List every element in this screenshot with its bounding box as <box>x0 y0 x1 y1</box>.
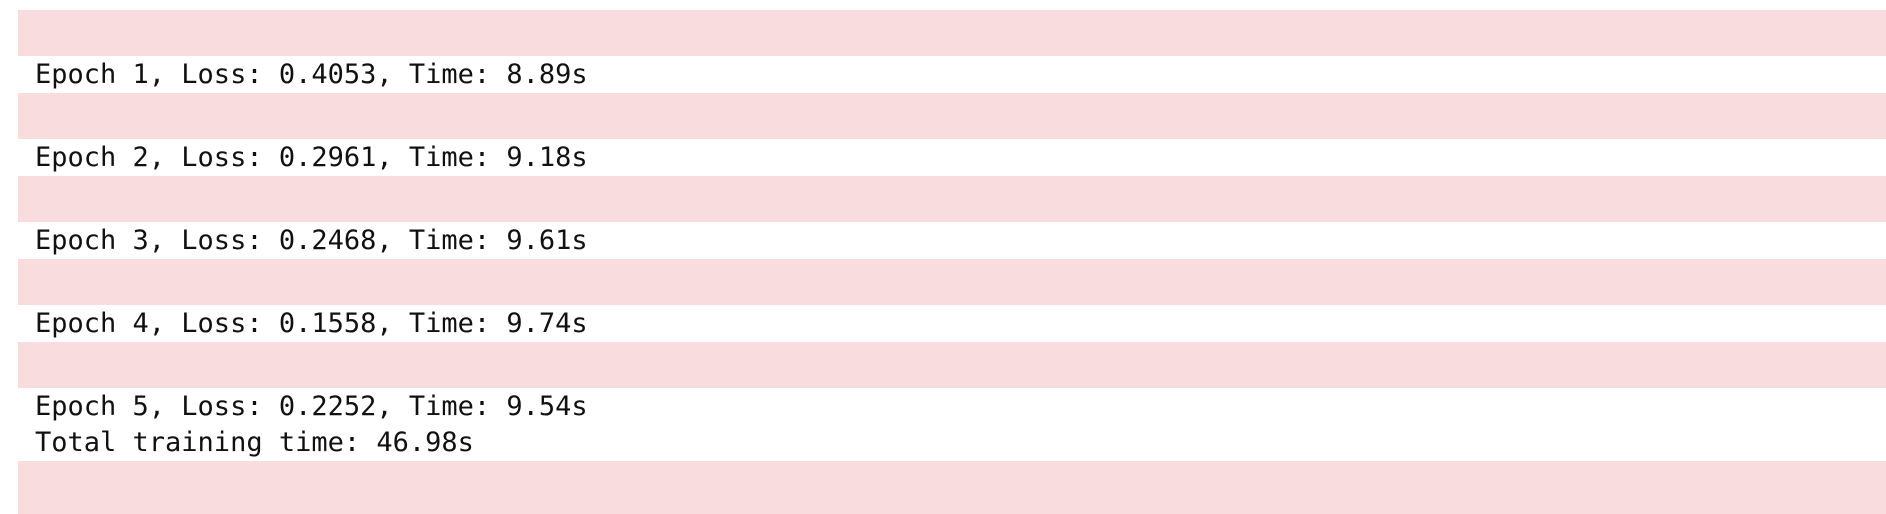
epoch-log-line: Epoch 5, Loss: 0.2252, Time: 9.54s <box>35 391 588 422</box>
epoch-log-line: Epoch 3, Loss: 0.2468, Time: 9.61s <box>35 225 588 256</box>
stderr-band <box>18 93 1886 139</box>
stderr-band <box>18 342 1886 388</box>
epoch-log-line: Epoch 4, Loss: 0.1558, Time: 9.74s <box>35 308 588 339</box>
total-time-line: Total training time: 46.98s <box>35 427 474 458</box>
stderr-band <box>18 461 1886 514</box>
stderr-band <box>18 176 1886 222</box>
stderr-band <box>18 259 1886 305</box>
stderr-band <box>18 10 1886 56</box>
epoch-log-line: Epoch 2, Loss: 0.2961, Time: 9.18s <box>35 142 588 173</box>
epoch-log-line: Epoch 1, Loss: 0.4053, Time: 8.89s <box>35 59 588 90</box>
cell-output-area: Epoch 1, Loss: 0.4053, Time: 8.89s Epoch… <box>0 0 1886 514</box>
